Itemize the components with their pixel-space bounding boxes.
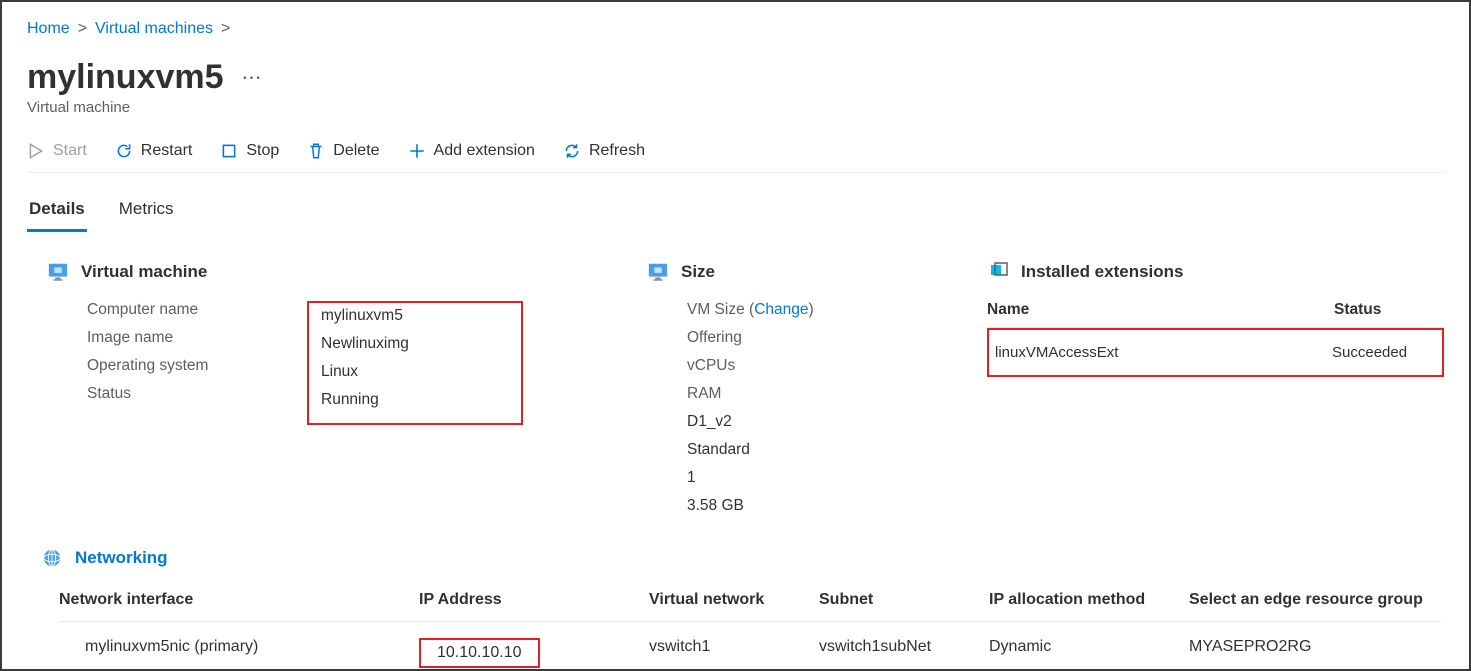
tabs: Details Metrics (27, 193, 1444, 233)
breadcrumb: Home > Virtual machines > (27, 20, 1444, 38)
section-vm-header: Virtual machine (47, 261, 607, 283)
change-size-link[interactable]: Change (754, 301, 808, 318)
net-header-alloc: IP allocation method (989, 591, 1189, 609)
command-bar: Start Restart Stop Delete Add extension … (27, 134, 1444, 173)
net-header-nic: Network interface (59, 591, 419, 609)
vm-size-icon (647, 261, 669, 283)
section-extensions-header: Installed extensions (987, 261, 1444, 283)
net-header-ip: IP Address (419, 591, 649, 609)
label-offering: Offering (687, 329, 867, 347)
value-vcpus: 1 (687, 469, 696, 487)
section-networking-header: Networking (41, 547, 1444, 569)
net-ip: 10.10.10.10 (419, 638, 540, 668)
refresh-icon (563, 142, 581, 160)
chevron-right-icon: > (221, 20, 230, 38)
ext-header-status: Status (1334, 301, 1444, 319)
tab-metrics[interactable]: Metrics (117, 193, 176, 232)
breadcrumb-home[interactable]: Home (27, 20, 70, 38)
tab-details[interactable]: Details (27, 193, 87, 232)
stop-button[interactable]: Stop (220, 142, 279, 160)
vm-values-highlight: mylinuxvm5 Newlinuximg Linux Running (307, 301, 523, 425)
net-subnet: vswitch1subNet (819, 638, 989, 668)
section-vm-title: Virtual machine (81, 262, 207, 282)
value-os: Linux (321, 363, 358, 381)
ext-header-name: Name (987, 301, 1334, 319)
net-nic: mylinuxvm5nic (primary) (59, 638, 419, 668)
section-size-header: Size (647, 261, 947, 283)
more-actions-button[interactable]: ⋯ (242, 65, 264, 90)
label-image-name: Image name (87, 329, 307, 347)
restart-label: Restart (141, 142, 193, 160)
delete-label: Delete (333, 142, 379, 160)
label-computer-name: Computer name (87, 301, 307, 319)
extension-row[interactable]: linuxVMAccessExt Succeeded (987, 328, 1444, 377)
stop-label: Stop (246, 142, 279, 160)
value-ram: 3.58 GB (687, 497, 744, 515)
value-computer-name: mylinuxvm5 (321, 307, 403, 325)
vm-icon (47, 261, 69, 283)
restart-button[interactable]: Restart (115, 142, 193, 160)
net-header-edge: Select an edge resource group (1189, 591, 1471, 609)
add-extension-button[interactable]: Add extension (408, 142, 535, 160)
add-extension-label: Add extension (434, 142, 535, 160)
label-vm-size: VM Size (Change) (687, 301, 867, 319)
net-header-vnet: Virtual network (649, 591, 819, 609)
extensions-icon (987, 261, 1009, 283)
stop-icon (220, 142, 238, 160)
value-vm-size: D1_v2 (687, 413, 732, 431)
net-alloc: Dynamic (989, 638, 1189, 668)
plus-icon (408, 142, 426, 160)
section-size-title: Size (681, 262, 715, 282)
net-edge: MYASEPRO2RG (1189, 638, 1471, 668)
refresh-label: Refresh (589, 142, 645, 160)
refresh-button[interactable]: Refresh (563, 142, 645, 160)
value-status: Running (321, 391, 379, 409)
start-button: Start (27, 142, 87, 160)
net-header-subnet: Subnet (819, 591, 989, 609)
restart-icon (115, 142, 133, 160)
network-row[interactable]: mylinuxvm5nic (primary) 10.10.10.10 vswi… (59, 622, 1441, 668)
page-title: mylinuxvm5 (27, 58, 224, 97)
value-image-name: Newlinuximg (321, 335, 409, 353)
play-icon (27, 142, 45, 160)
chevron-right-icon: > (78, 20, 87, 38)
networking-icon (41, 547, 63, 569)
delete-button[interactable]: Delete (307, 142, 379, 160)
label-vcpus: vCPUs (687, 357, 867, 375)
extension-name: linuxVMAccessExt (989, 344, 1332, 361)
net-vnet: vswitch1 (649, 638, 819, 668)
label-ram: RAM (687, 385, 867, 403)
networking-link[interactable]: Networking (75, 548, 168, 568)
label-status: Status (87, 385, 307, 403)
value-offering: Standard (687, 441, 750, 459)
extension-status: Succeeded (1332, 344, 1442, 361)
section-extensions-title: Installed extensions (1021, 262, 1184, 282)
breadcrumb-vms[interactable]: Virtual machines (95, 20, 213, 38)
label-os: Operating system (87, 357, 307, 375)
page-subtitle: Virtual machine (27, 99, 1444, 116)
start-label: Start (53, 142, 87, 160)
delete-icon (307, 142, 325, 160)
